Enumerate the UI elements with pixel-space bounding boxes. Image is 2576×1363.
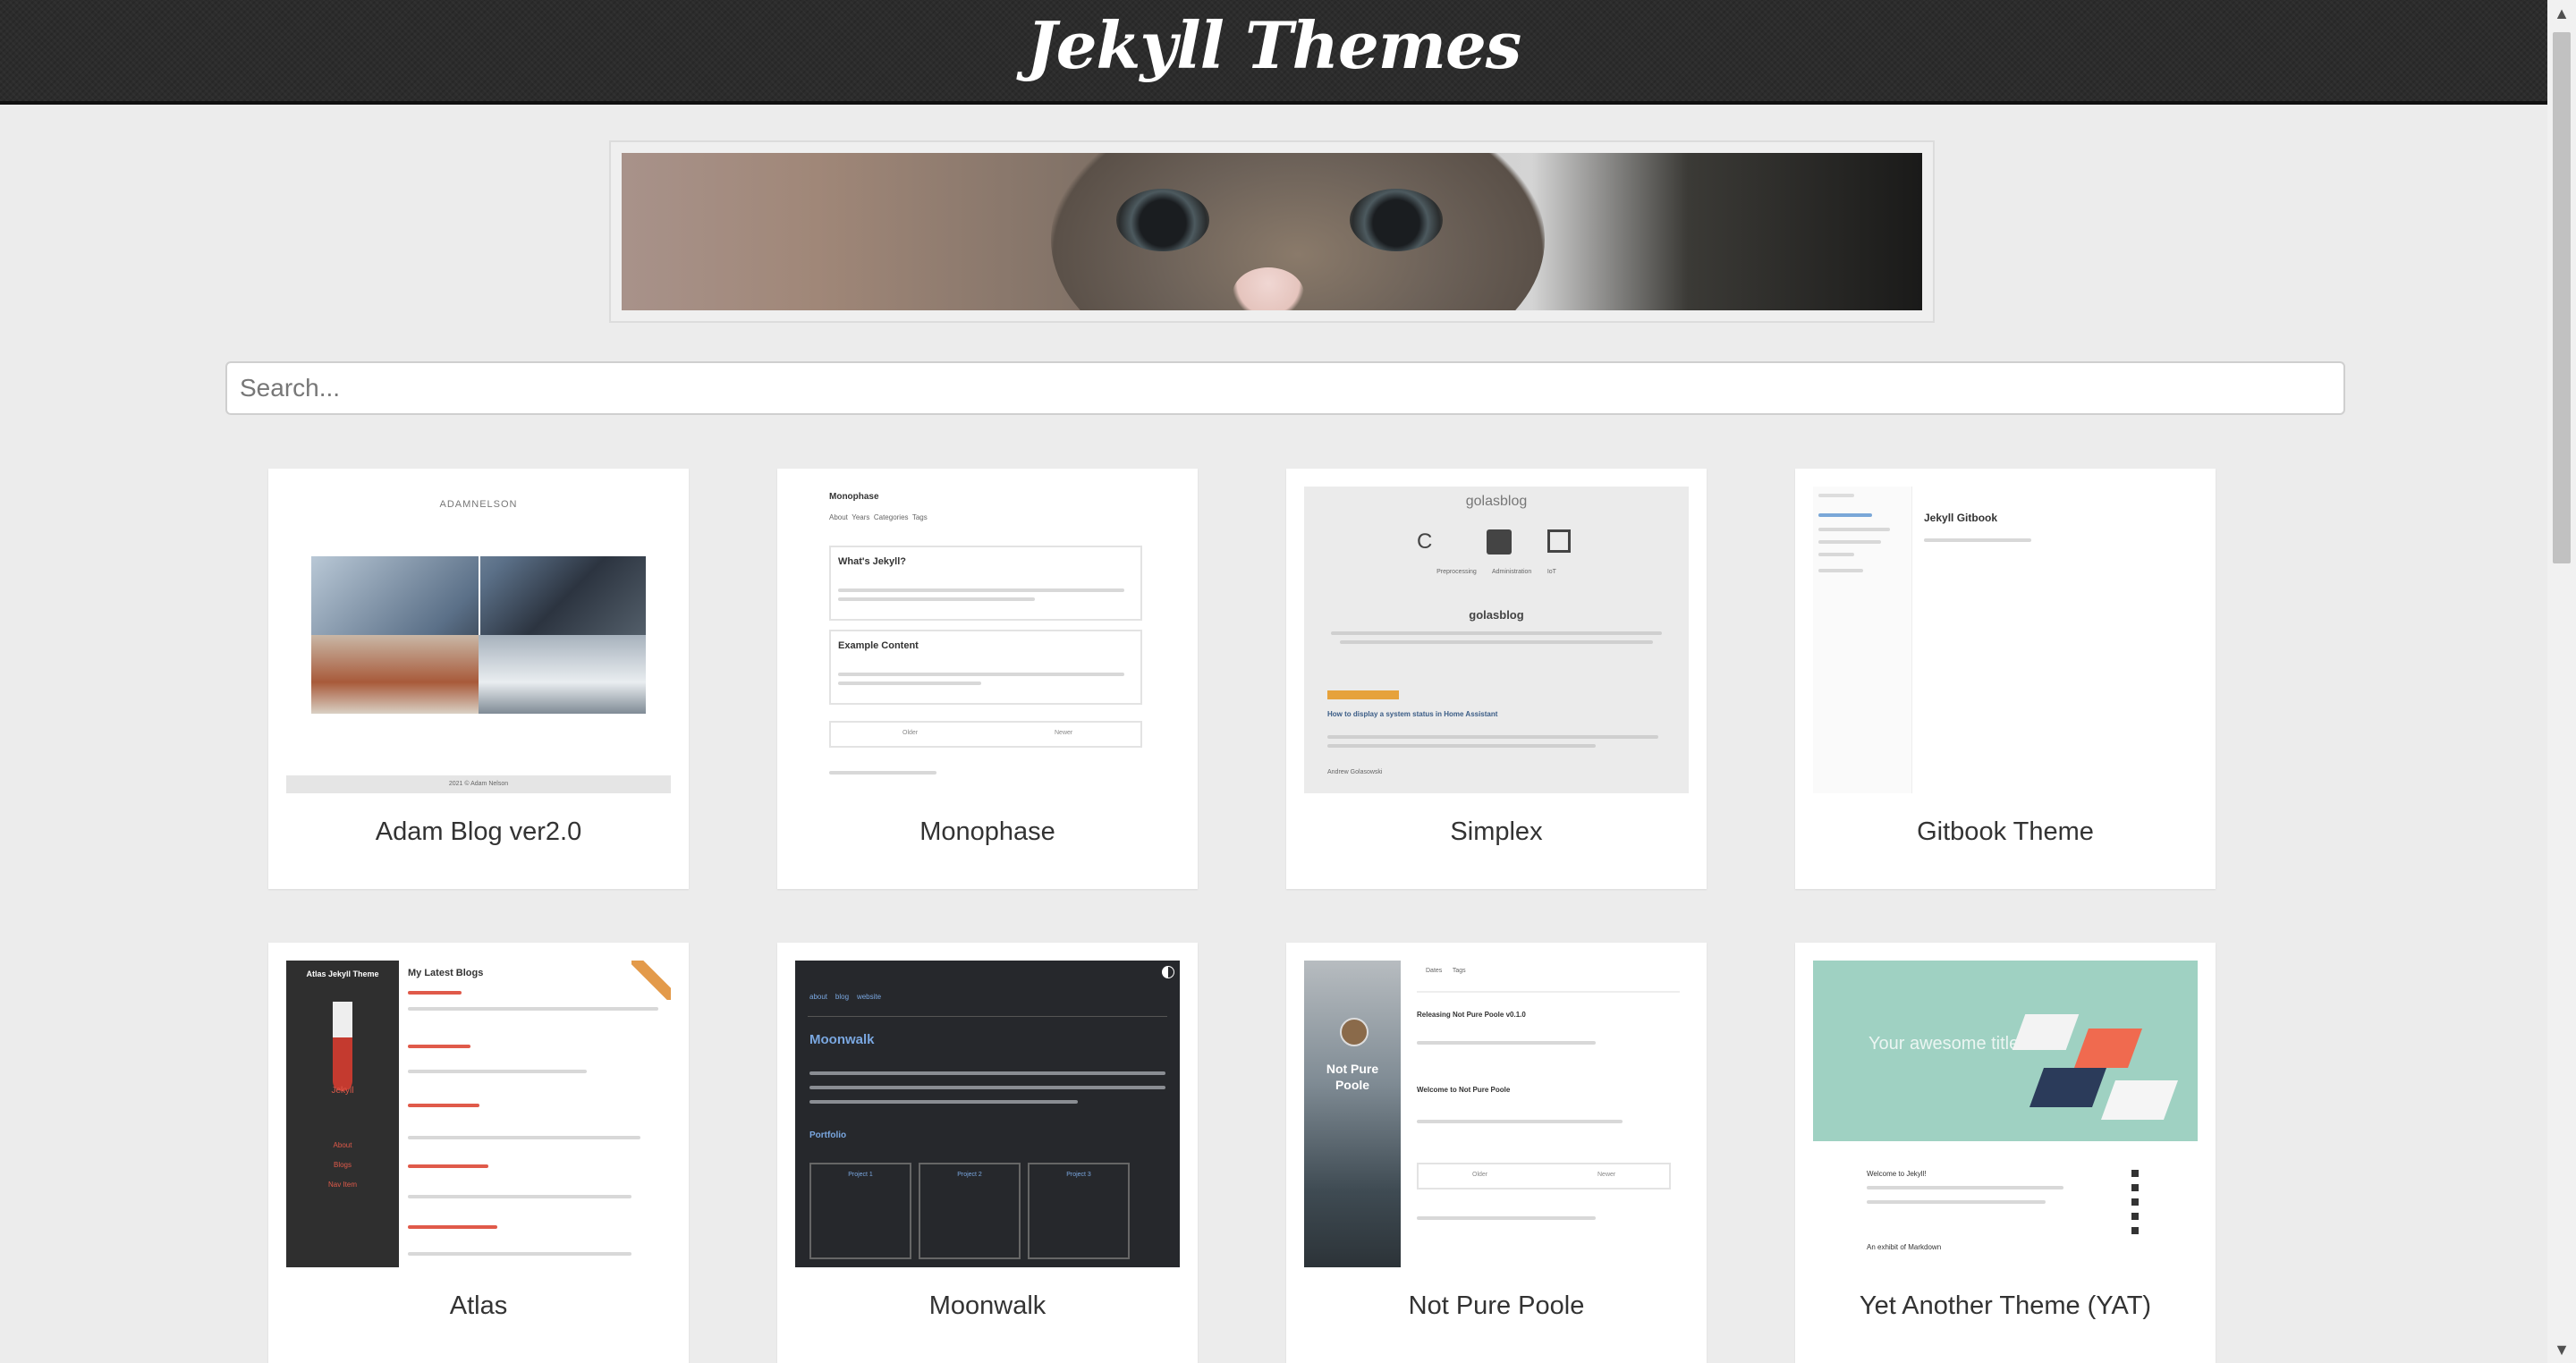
scroll-thumb[interactable]: [2553, 32, 2571, 563]
theme-thumbnail[interactable]: Jekyll Gitbook: [1813, 487, 2198, 793]
theme-card-monophase[interactable]: Monophase About Years Categories Tags Wh…: [777, 469, 1198, 889]
theme-card-atlas[interactable]: Atlas Jekyll Theme Jekyll About Blogs Nav …: [268, 943, 689, 1363]
theme-card-not-pure-poole[interactable]: Not Pure Poole Dates Tags Releasing Not …: [1286, 943, 1707, 1363]
avatar: [1340, 1018, 1368, 1046]
theme-thumbnail[interactable]: Monophase About Years Categories Tags Wh…: [795, 487, 1180, 793]
site-header: Jekyll Themes: [0, 0, 2547, 105]
theme-thumbnail[interactable]: Your awesome title Welcome to Jekyll! An…: [1813, 961, 2198, 1267]
theme-title[interactable]: Moonwalk: [777, 1291, 1198, 1321]
banner: [609, 140, 1935, 323]
theme-card-moonwalk[interactable]: about blog website Moonwalk Portfolio Pr…: [777, 943, 1198, 1363]
theme-card-adam-blog[interactable]: ADAMNELSON 2021 © Adam Nelson Adam Blog …: [268, 469, 689, 889]
theme-title[interactable]: Yet Another Theme (YAT): [1795, 1291, 2216, 1321]
theme-card-simplex[interactable]: golasblog C Preprocessing Administration…: [1286, 469, 1707, 889]
theme-card-yat[interactable]: Your awesome title Welcome to Jekyll! An…: [1795, 943, 2216, 1363]
site-title[interactable]: Jekyll Themes: [0, 7, 2547, 83]
theme-thumbnail[interactable]: Not Pure Poole Dates Tags Releasing Not …: [1304, 961, 1689, 1267]
theme-title[interactable]: Not Pure Poole: [1286, 1291, 1707, 1321]
search-input[interactable]: [225, 361, 2345, 415]
theme-thumbnail[interactable]: Atlas Jekyll Theme Jekyll About Blogs Nav …: [286, 961, 671, 1267]
theme-title[interactable]: Adam Blog ver2.0: [268, 817, 689, 847]
theme-card-gitbook[interactable]: Jekyll Gitbook Gitbook Theme: [1795, 469, 2216, 889]
theme-title[interactable]: Simplex: [1286, 817, 1707, 847]
posts-grid-image: [311, 556, 646, 714]
test-tube-icon: [333, 1002, 352, 1091]
theme-title[interactable]: Atlas: [268, 1291, 689, 1321]
theme-thumbnail[interactable]: about blog website Moonwalk Portfolio Pr…: [795, 961, 1180, 1267]
theme-toggle-icon: [1162, 966, 1174, 978]
scroll-down-icon[interactable]: ▼: [2547, 1336, 2576, 1363]
vertical-scrollbar[interactable]: ▲ ▼: [2547, 0, 2576, 1363]
scroll-up-icon[interactable]: ▲: [2547, 0, 2576, 27]
theme-thumbnail[interactable]: ADAMNELSON 2021 © Adam Nelson: [286, 487, 671, 793]
theme-title[interactable]: Monophase: [777, 817, 1198, 847]
theme-thumbnail[interactable]: golasblog C Preprocessing Administration…: [1304, 487, 1689, 793]
page: Jekyll Themes ADAMNELSON 2021 © Adam Nel…: [0, 0, 2547, 1363]
kitten-banner-image: [622, 153, 1922, 310]
theme-title[interactable]: Gitbook Theme: [1795, 817, 2216, 847]
